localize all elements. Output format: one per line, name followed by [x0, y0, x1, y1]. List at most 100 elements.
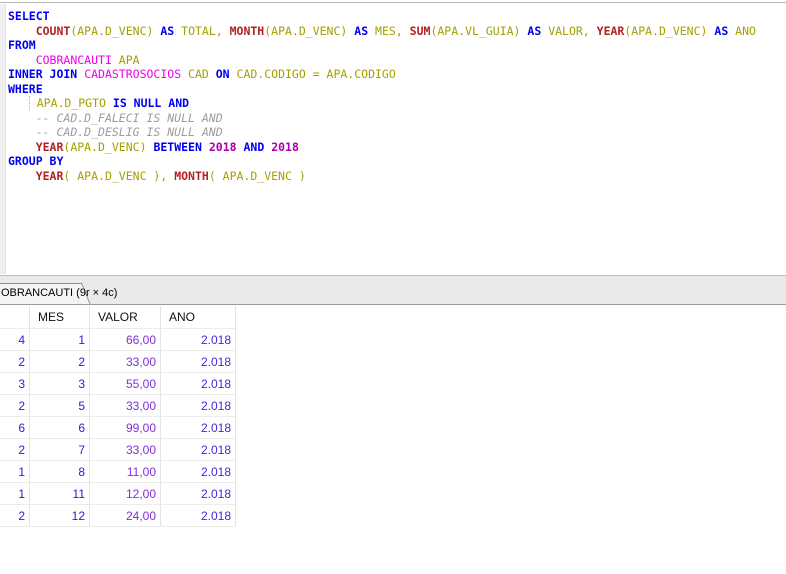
results-table: MESVALORANO 4166,002.0182233,002.0183355… — [0, 306, 236, 527]
code-token — [8, 96, 29, 110]
code-line: COUNT(APA.D_VENC) AS TOTAL, MONTH(APA.D_… — [8, 24, 756, 39]
grid-cell[interactable]: 24,00 — [90, 505, 161, 527]
code-token: AS — [714, 24, 728, 38]
code-token — [29, 96, 37, 110]
code-token: ( APA.D_VENC ), — [63, 169, 174, 183]
grid-cell[interactable]: 1 — [30, 329, 90, 351]
code-token: SELECT — [8, 9, 50, 23]
grid-cell[interactable]: 2.018 — [161, 351, 236, 373]
code-token: TOTAL, — [174, 24, 229, 38]
grid-cell[interactable]: 12,00 — [90, 483, 161, 505]
sql-code[interactable]: SELECT COUNT (APA.D_VENC) AS TOTAL, MONTH… — [8, 9, 756, 183]
results-tab-strip: OBRANCAUTI (9r × 4c) — [0, 275, 786, 305]
code-token — [8, 140, 36, 154]
grid-cell[interactable]: 55,00 — [90, 373, 161, 395]
code-token: YEAR — [597, 24, 625, 38]
grid-cell[interactable]: 6 — [30, 417, 90, 439]
grid-cell[interactable]: 2.018 — [161, 417, 236, 439]
code-token: COBRANCAUTI — [36, 53, 112, 67]
grid-cell[interactable]: 2.018 — [161, 329, 236, 351]
grid-cell[interactable]: 99,00 — [90, 417, 161, 439]
code-token — [202, 140, 209, 154]
code-token: AS — [527, 24, 541, 38]
grid-cell[interactable]: 11 — [30, 483, 90, 505]
grid-cell[interactable]: 2 — [30, 351, 90, 373]
code-line: GROUP BY — [8, 154, 756, 169]
code-line: APA.D_PGTO IS NULL AND — [8, 96, 756, 111]
grid-cell[interactable]: 6 — [0, 417, 30, 439]
column-header-mes[interactable]: MES — [30, 306, 90, 329]
grid-cell[interactable]: 2 — [0, 505, 30, 527]
table-row: 2733,002.018 — [0, 439, 236, 461]
grid-cell[interactable]: 3 — [30, 373, 90, 395]
code-line: -- CAD.D_FALECI IS NULL AND — [8, 111, 756, 126]
table-row: 2533,002.018 — [0, 395, 236, 417]
grid-cell[interactable]: 4 — [0, 329, 30, 351]
code-token: COUNT — [36, 24, 71, 38]
code-line: COBRANCAUTI APA — [8, 53, 756, 68]
grid-cell[interactable]: 2.018 — [161, 439, 236, 461]
grid-cell[interactable]: 2 — [0, 351, 30, 373]
grid-cell[interactable]: 8 — [30, 461, 90, 483]
code-token: 2018 — [209, 140, 237, 154]
grid-cell[interactable]: 2 — [0, 395, 30, 417]
code-token: SUM — [410, 24, 431, 38]
code-token: WHERE — [8, 82, 43, 96]
code-token — [8, 169, 36, 183]
code-token: ( APA.D_VENC ) — [209, 169, 306, 183]
grid-cell[interactable]: 11,00 — [90, 461, 161, 483]
results-tab[interactable]: OBRANCAUTI (9r × 4c) — [0, 282, 95, 304]
code-token: YEAR — [36, 140, 64, 154]
grid-cell[interactable]: 2.018 — [161, 461, 236, 483]
column-header-valor[interactable]: VALOR — [90, 306, 161, 329]
grid-cell[interactable]: 2.018 — [161, 395, 236, 417]
code-token: MONTH — [174, 169, 209, 183]
grid-cell[interactable]: 2.018 — [161, 373, 236, 395]
code-line: -- CAD.D_DESLIG IS NULL AND — [8, 125, 756, 140]
code-token — [8, 111, 36, 125]
code-token — [8, 125, 36, 139]
code-token: (APA.D_VENC) — [63, 140, 146, 154]
grid-cell[interactable]: 3 — [0, 373, 30, 395]
code-line: YEAR(APA.D_VENC) BETWEEN 2018 AND 2018 — [8, 140, 756, 155]
grid-cell[interactable]: 2 — [0, 439, 30, 461]
code-token: AND — [243, 140, 264, 154]
code-token: BETWEEN — [153, 140, 201, 154]
grid-cell[interactable]: 33,00 — [90, 351, 161, 373]
code-token: AS — [354, 24, 368, 38]
code-token: -- CAD.D_DESLIG IS NULL AND — [36, 125, 223, 139]
grid-body: 4166,002.0182233,002.0183355,002.0182533… — [0, 329, 236, 527]
code-token: -- CAD.D_FALECI IS NULL AND — [36, 111, 223, 125]
table-row: 3355,002.018 — [0, 373, 236, 395]
code-token: MES, — [368, 24, 410, 38]
code-token: (APA.VL_GUIA) — [430, 24, 520, 38]
sql-ide-window: SELECT COUNT (APA.D_VENC) AS TOTAL, MONTH… — [0, 0, 786, 574]
grid-cell[interactable]: 66,00 — [90, 329, 161, 351]
column-header-ano[interactable]: ANO — [161, 306, 236, 329]
code-token: IS NULL AND — [113, 96, 189, 110]
grid-cell[interactable]: 2.018 — [161, 505, 236, 527]
column-header-total[interactable] — [0, 306, 30, 329]
grid-cell[interactable]: 1 — [0, 483, 30, 505]
code-token: AS — [160, 24, 174, 38]
grid-cell[interactable]: 5 — [30, 395, 90, 417]
code-line: YEAR( APA.D_VENC ), MONTH( APA.D_VENC ) — [8, 169, 756, 184]
grid-cell[interactable]: 7 — [30, 439, 90, 461]
code-token: GROUP BY — [8, 154, 63, 168]
code-token — [8, 53, 36, 67]
grid-header-row: MESVALORANO — [0, 306, 236, 329]
code-token: (APA.D_VENC) — [624, 24, 707, 38]
grid-cell[interactable]: 33,00 — [90, 439, 161, 461]
grid-cell[interactable]: 2.018 — [161, 483, 236, 505]
code-token: ANO — [728, 24, 756, 38]
code-token: FROM — [8, 38, 36, 52]
table-row: 4166,002.018 — [0, 329, 236, 351]
code-line: INNER JOIN CADASTROSOCIOS CAD ON CAD.COD… — [8, 67, 756, 82]
code-token: INNER JOIN — [8, 67, 77, 81]
grid-cell[interactable]: 12 — [30, 505, 90, 527]
sql-editor[interactable]: SELECT COUNT (APA.D_VENC) AS TOTAL, MONTH… — [0, 2, 786, 274]
grid-cell[interactable]: 1 — [0, 461, 30, 483]
code-token: VALOR, — [541, 24, 596, 38]
grid-cell[interactable]: 33,00 — [90, 395, 161, 417]
table-row: 11112,002.018 — [0, 483, 236, 505]
